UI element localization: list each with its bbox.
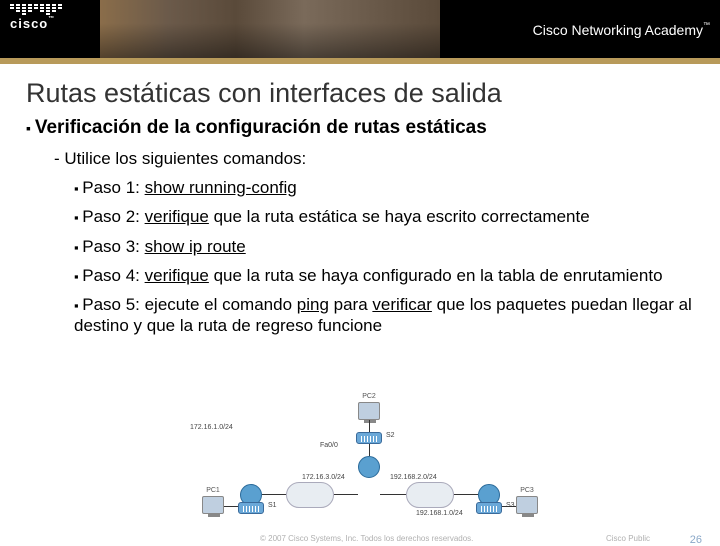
net3-label: 192.168.1.0/24 xyxy=(416,510,463,517)
slide-title: Rutas estáticas con interfaces de salida xyxy=(26,78,694,109)
page-number: 26 xyxy=(690,534,702,546)
net4-label: 192.168.2.0/24 xyxy=(390,474,437,481)
pc3-label: PC3 xyxy=(514,487,540,494)
switch-s2-icon xyxy=(356,432,382,444)
pc1-label: PC1 xyxy=(200,487,226,494)
academy-label: Cisco Networking Academy™ xyxy=(533,22,710,38)
steps-list: Paso 1: show running-config Paso 2: veri… xyxy=(74,177,694,337)
step-4: Paso 4: verifique que la ruta se haya co… xyxy=(74,265,694,286)
copyright-text: © 2007 Cisco Systems, Inc. Todos los der… xyxy=(260,534,473,543)
slide-content: Rutas estáticas con interfaces de salida… xyxy=(0,64,720,337)
slide-header: cisco™ Cisco Networking Academy™ xyxy=(0,0,720,58)
pc3-icon xyxy=(516,496,538,514)
s2-label: S2 xyxy=(386,432,395,439)
cloud-left-icon xyxy=(286,482,334,508)
net2-label: 172.16.3.0/24 xyxy=(302,474,345,481)
pc2-icon xyxy=(358,402,380,420)
router-r2-icon xyxy=(358,456,380,478)
fa00-label: Fa0/0 xyxy=(320,442,338,449)
public-text: Cisco Public xyxy=(606,534,650,543)
s1-label: S1 xyxy=(268,502,277,509)
cisco-logo: cisco™ xyxy=(10,4,62,31)
step-3: Paso 3: show ip route xyxy=(74,236,694,257)
header-photo xyxy=(100,0,440,58)
cloud-right-icon xyxy=(406,482,454,508)
pc2-label: PC2 xyxy=(356,393,382,400)
logo-text: cisco xyxy=(10,16,48,31)
switch-s1-icon xyxy=(238,502,264,514)
network-diagram: PC2 S2 172.16.1.0/24 Fa0/0 172.16.3.0/24… xyxy=(190,402,550,518)
switch-s3-icon xyxy=(476,502,502,514)
slide-heading: Verificación de la configuración de ruta… xyxy=(26,117,694,139)
net1-label: 172.16.1.0/24 xyxy=(190,424,233,431)
pc1-icon xyxy=(202,496,224,514)
step-2: Paso 2: verifique que la ruta estática s… xyxy=(74,206,694,227)
sub-instruction: - Utilice los siguientes comandos: xyxy=(54,149,694,169)
step-5: Paso 5: ejecute el comando ping para ver… xyxy=(74,294,694,337)
step-1: Paso 1: show running-config xyxy=(74,177,694,198)
